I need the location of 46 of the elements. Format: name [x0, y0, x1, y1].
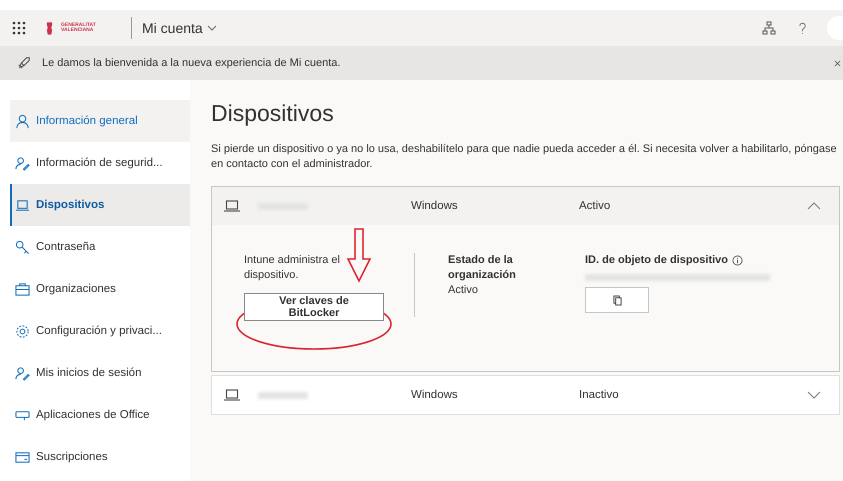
briefcase-icon [15, 282, 30, 296]
object-id-label: ID. de objeto de dispositivo [585, 253, 728, 268]
close-icon[interactable] [834, 60, 841, 66]
org-chart-icon[interactable] [762, 21, 776, 35]
device-status: Inactivo [579, 389, 620, 401]
sidebar-item[interactable]: Contraseña [10, 226, 190, 268]
copy-icon [612, 294, 622, 306]
key-icon [15, 240, 30, 254]
card-icon [15, 450, 30, 464]
device-row[interactable]: Windows Activo [212, 187, 839, 225]
help-icon[interactable] [798, 20, 807, 36]
sidebar-item[interactable]: Mis inicios de sesión [10, 352, 190, 394]
info-icon[interactable] [732, 255, 744, 266]
redacted-device-name [258, 392, 308, 398]
device-status: Activo [579, 200, 612, 212]
laptop-icon [15, 198, 30, 212]
laptop-icon [224, 199, 240, 213]
device-row[interactable]: Windows Inactivo [212, 376, 839, 414]
banner-text: Le damos la bienvenida a la nueva experiencia de Mi cuenta. [42, 57, 340, 69]
sidebar-item[interactable]: Información de segurid... [10, 142, 190, 184]
account-menu[interactable]: Mi cuenta [140, 20, 219, 36]
app-launcher-icon[interactable] [12, 21, 26, 35]
managed-text: Intune administra el dispositivo. [244, 253, 341, 283]
crest-icon [46, 20, 53, 36]
chevron-down-icon [206, 25, 217, 31]
page-description: Si pierde un dispositivo o ya no lo usa, deshabilítelo para que nadie pueda acceder a él. Si necesita volver a habilitarlo, póngase en contacto con el administrador. [211, 142, 838, 172]
bitlocker-button[interactable]: Ver claves de BitLocker [244, 293, 384, 321]
copy-button[interactable] [585, 287, 649, 313]
gear-icon [15, 324, 30, 338]
sidebar-item[interactable]: Organizaciones [10, 268, 190, 310]
device-os: Windows [411, 200, 459, 212]
sidebar-item[interactable]: Configuración y privaci... [10, 310, 190, 352]
chevron-up-icon[interactable] [807, 202, 821, 210]
device-os: Windows [411, 389, 459, 401]
org-status-value: Activo [448, 283, 479, 298]
person-icon [15, 114, 30, 128]
sidebar-item[interactable]: Suscripciones [10, 436, 190, 478]
page-title: Dispositivos [211, 100, 335, 127]
sidebar-item[interactable]: Información general [10, 100, 190, 142]
person-edit-icon [15, 156, 30, 170]
person-edit-icon [15, 366, 30, 380]
laptop-icon [224, 388, 240, 402]
sidebar-item[interactable]: Aplicaciones de Office [10, 394, 190, 436]
chevron-down-icon[interactable] [807, 391, 821, 399]
org-status-label: Estado de la organización [448, 253, 517, 283]
sidebar-item[interactable]: Dispositivos [10, 184, 190, 226]
